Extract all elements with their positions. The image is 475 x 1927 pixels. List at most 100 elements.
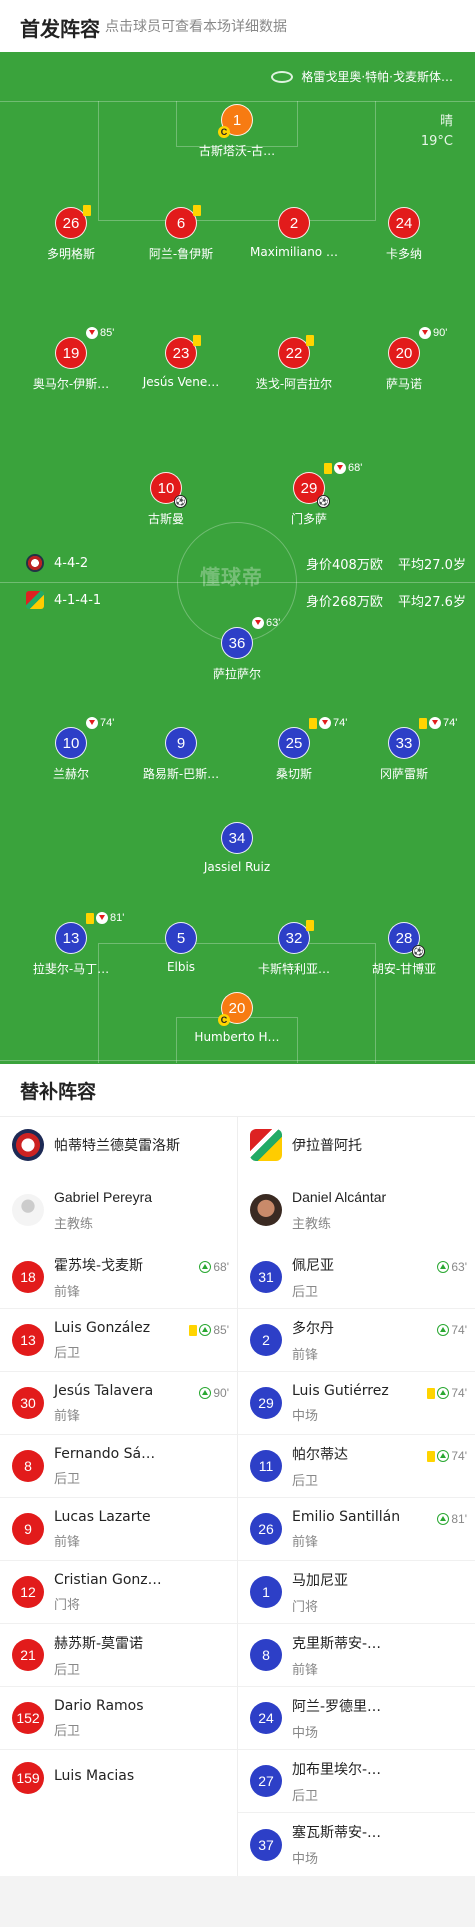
sub-position: 后卫: [54, 1662, 81, 1678]
player-number: 20: [395, 345, 413, 362]
sub-position: 中场: [292, 1408, 319, 1424]
away-player-gk[interactable]: 20 C Humberto H…: [182, 992, 292, 1044]
player-name: Jesús Vene…: [142, 375, 220, 389]
sub-number: 27: [250, 1765, 282, 1797]
away-player[interactable]: 13 81' 拉斐尔-马丁…: [16, 912, 126, 977]
player-name: 路易斯-巴斯…: [142, 767, 220, 781]
sub-name: Dario Ramos: [54, 1697, 144, 1714]
away-team-head[interactable]: 伊拉普阿托: [238, 1116, 475, 1174]
sub-out-icon: [86, 717, 98, 729]
sub-player-row[interactable]: 31 佩尼亚 后卫 63': [238, 1246, 475, 1309]
player-number: 20: [228, 1000, 246, 1017]
sub-name: 佩尼亚: [292, 1257, 334, 1274]
goal-ball-icon: ⚽: [317, 495, 330, 508]
home-player[interactable]: 29 ⚽ 68' 门多萨: [254, 462, 364, 527]
home-player[interactable]: 23 Jesús Vene…: [126, 335, 236, 389]
player-number: 10: [157, 480, 175, 497]
sub-player-row[interactable]: 2 多尔丹 前锋 74': [238, 1309, 475, 1372]
player-number: 28: [395, 930, 413, 947]
player-name: Maximiliano …: [250, 245, 338, 259]
yellow-card-icon: [83, 205, 91, 216]
sub-out-icon: [319, 717, 331, 729]
home-player[interactable]: 26 多明格斯: [16, 205, 126, 262]
sub-player-row[interactable]: 9 Lucas Lazarte 前锋: [0, 1498, 237, 1561]
away-team-summary[interactable]: 4-1-4-1 身价268万欧 平均27.6岁: [26, 591, 466, 610]
home-player[interactable]: 2 Maximiliano …: [239, 207, 349, 259]
away-player[interactable]: 32 卡斯特利亚…: [239, 920, 349, 977]
sub-name: Luis González: [54, 1319, 151, 1336]
sub-player-row[interactable]: 37 塞瓦斯蒂安-… 中场: [238, 1813, 475, 1876]
home-player[interactable]: 24 卡多纳: [349, 207, 459, 262]
sub-minute: 74': [333, 717, 348, 729]
away-player[interactable]: 25 74' 桑切斯: [239, 717, 349, 782]
sub-name: 加布里埃尔-…: [292, 1761, 382, 1778]
sub-number: 152: [12, 1702, 44, 1734]
sub-player-row[interactable]: 13 Luis González 后卫 85': [0, 1309, 237, 1372]
sub-player-row[interactable]: 27 加布里埃尔-… 后卫: [238, 1750, 475, 1813]
sub-player-row[interactable]: 12 Cristian Gonz… 门将: [0, 1561, 237, 1624]
player-number: 24: [395, 215, 413, 232]
stadium-icon: [271, 70, 294, 83]
sub-number: 8: [12, 1450, 44, 1482]
sub-in-icon: [437, 1387, 450, 1399]
player-name: Elbis: [166, 960, 196, 974]
sub-player-row[interactable]: 1 马加尼亚 门将: [238, 1561, 475, 1624]
player-name: 门多萨: [290, 512, 327, 526]
away-player[interactable]: 28 ⚽ 胡安-甘博亚: [349, 922, 459, 977]
sub-player-row[interactable]: 29 Luis Gutiérrez 中场 74': [238, 1372, 475, 1435]
sub-out-icon: [429, 717, 441, 729]
away-coach[interactable]: Daniel Alcántar 主教练: [238, 1174, 475, 1246]
sub-player-row[interactable]: 30 Jesús Talavera 前锋 90': [0, 1372, 237, 1435]
away-player[interactable]: 33 74' 冈萨雷斯: [349, 717, 459, 782]
sub-minute: 81': [451, 1512, 467, 1526]
sub-player-row[interactable]: 24 阿兰-罗德里… 中场: [238, 1687, 475, 1750]
sub-minute: 90': [433, 327, 448, 339]
sub-number: 30: [12, 1387, 44, 1419]
sub-position: 前锋: [54, 1534, 81, 1550]
home-player-gk[interactable]: 1C 古斯塔沃-古…: [182, 104, 292, 159]
away-avg-age: 平均27.6岁: [398, 594, 466, 610]
away-player[interactable]: 5 Elbis: [126, 922, 236, 974]
sub-player-row[interactable]: 159 Luis Macias: [0, 1750, 237, 1813]
sub-in-icon: [199, 1261, 212, 1273]
home-player[interactable]: 10 ⚽ 古斯曼: [111, 472, 221, 527]
player-number: 26: [62, 215, 80, 232]
player-name: 卡斯特利亚…: [257, 962, 330, 976]
sub-minute: 81': [110, 912, 125, 924]
sub-position: 中场: [292, 1725, 319, 1741]
sub-player-row[interactable]: 8 克里斯蒂安-… 前锋: [238, 1624, 475, 1687]
home-player[interactable]: 22 迭戈-阿吉拉尔: [239, 335, 349, 392]
player-number: 23: [172, 345, 190, 362]
player-number: 10: [62, 735, 80, 752]
sub-name: 霍苏埃-戈麦斯: [54, 1257, 144, 1274]
home-player[interactable]: 20 90' 萨马诺: [349, 327, 459, 392]
sub-position: 前锋: [292, 1347, 319, 1363]
sub-player-row[interactable]: 21 赫苏斯-莫雷诺 后卫: [0, 1624, 237, 1687]
sub-player-row[interactable]: 152 Dario Ramos 后卫: [0, 1687, 237, 1750]
sub-player-row[interactable]: 18 霍苏埃-戈麦斯 前锋 68': [0, 1246, 237, 1309]
sub-position: 前锋: [54, 1284, 81, 1300]
home-team-summary[interactable]: 4-4-2 身价408万欧 平均27.0岁: [26, 554, 466, 573]
sub-player-row[interactable]: 26 Emilio Santillán 前锋 81': [238, 1498, 475, 1561]
home-formation: 4-4-2: [54, 555, 89, 571]
home-player[interactable]: 6 阿兰-鲁伊斯: [126, 205, 236, 262]
home-team-head[interactable]: 帕蒂特兰德莫雷洛斯: [0, 1116, 237, 1174]
player-number: 34: [228, 830, 246, 847]
player-name: Jassiel Ruiz: [203, 860, 271, 874]
sub-player-row[interactable]: 11 帕尔蒂达 后卫 74': [238, 1435, 475, 1498]
yellow-card-icon: [419, 717, 427, 729]
home-player[interactable]: 19 85' 奥马尔-伊斯…: [16, 327, 126, 392]
away-player[interactable]: 9 路易斯-巴斯…: [126, 727, 236, 782]
away-player[interactable]: 34 Jassiel Ruiz: [182, 822, 292, 874]
player-number: 33: [395, 735, 413, 752]
captain-badge: C: [218, 126, 230, 138]
sub-name: Lucas Lazarte: [54, 1508, 151, 1525]
away-player[interactable]: 36 63' 萨拉萨尔: [182, 617, 292, 682]
sub-player-row[interactable]: 8 Fernando Sá… 后卫: [0, 1435, 237, 1498]
sub-number: 31: [250, 1261, 282, 1293]
sub-number: 13: [12, 1324, 44, 1356]
sub-name: Jesús Talavera: [54, 1382, 154, 1399]
away-player[interactable]: 10 74' 兰赫尔: [16, 717, 126, 782]
home-coach[interactable]: Gabriel Pereyra 主教练: [0, 1174, 237, 1246]
sub-position: 后卫: [292, 1788, 319, 1804]
